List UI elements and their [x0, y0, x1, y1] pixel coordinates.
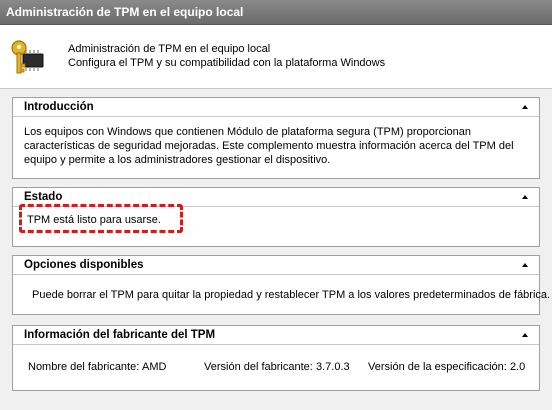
details-pane: Introducción Los equipos con Windows que…: [0, 89, 552, 410]
window-titlebar: Administración de TPM en el equipo local: [0, 0, 552, 25]
header-line1: Administración de TPM en el equipo local: [68, 43, 271, 55]
section-manufacturer-title: Información del fabricante del TPM: [24, 329, 216, 341]
status-text: TPM está listo para usarse.: [27, 214, 161, 226]
collapse-arrow-icon[interactable]: [519, 260, 531, 270]
section-options-header[interactable]: Opciones disponibles: [13, 256, 539, 275]
manufacturer-name-value: AMD: [142, 361, 167, 373]
window-title: Administración de TPM en el equipo local: [6, 5, 244, 19]
section-intro-title: Introducción: [24, 101, 94, 113]
intro-text: Los equipos con Windows que contienen Mó…: [24, 126, 514, 166]
section-intro: Introducción Los equipos con Windows que…: [12, 97, 540, 179]
section-manufacturer: Información del fabricante del TPM Nombr…: [12, 325, 540, 391]
collapse-arrow-icon[interactable]: [519, 192, 531, 202]
options-text: Puede borrar el TPM para quitar la propi…: [32, 289, 551, 301]
collapse-arrow-icon[interactable]: [519, 330, 531, 340]
key-chip-icon: [9, 38, 47, 76]
snapin-header: Administración de TPM en el equipo local…: [0, 25, 552, 85]
section-intro-header[interactable]: Introducción: [13, 98, 539, 117]
spec-version-label: Versión de la especificación:: [368, 361, 507, 373]
manufacturer-version-label: Versión del fabricante:: [204, 361, 313, 373]
section-options-title: Opciones disponibles: [24, 259, 144, 271]
section-options: Opciones disponibles Puede borrar el TPM…: [12, 255, 550, 315]
manufacturer-name-label: Nombre del fabricante:: [28, 361, 140, 373]
section-status-title: Estado: [24, 191, 63, 203]
spec-version-value: 2.0: [510, 361, 526, 373]
section-status: Estado TPM está listo para usarse.: [12, 187, 540, 247]
header-text: Administración de TPM en el equipo local…: [68, 42, 385, 70]
collapse-arrow-icon[interactable]: [519, 102, 531, 112]
header-line2: Configura el TPM y su compatibilidad con…: [68, 57, 386, 69]
manufacturer-version-value: 3.7.0.3: [316, 361, 350, 373]
section-manufacturer-header[interactable]: Información del fabricante del TPM: [13, 326, 539, 345]
